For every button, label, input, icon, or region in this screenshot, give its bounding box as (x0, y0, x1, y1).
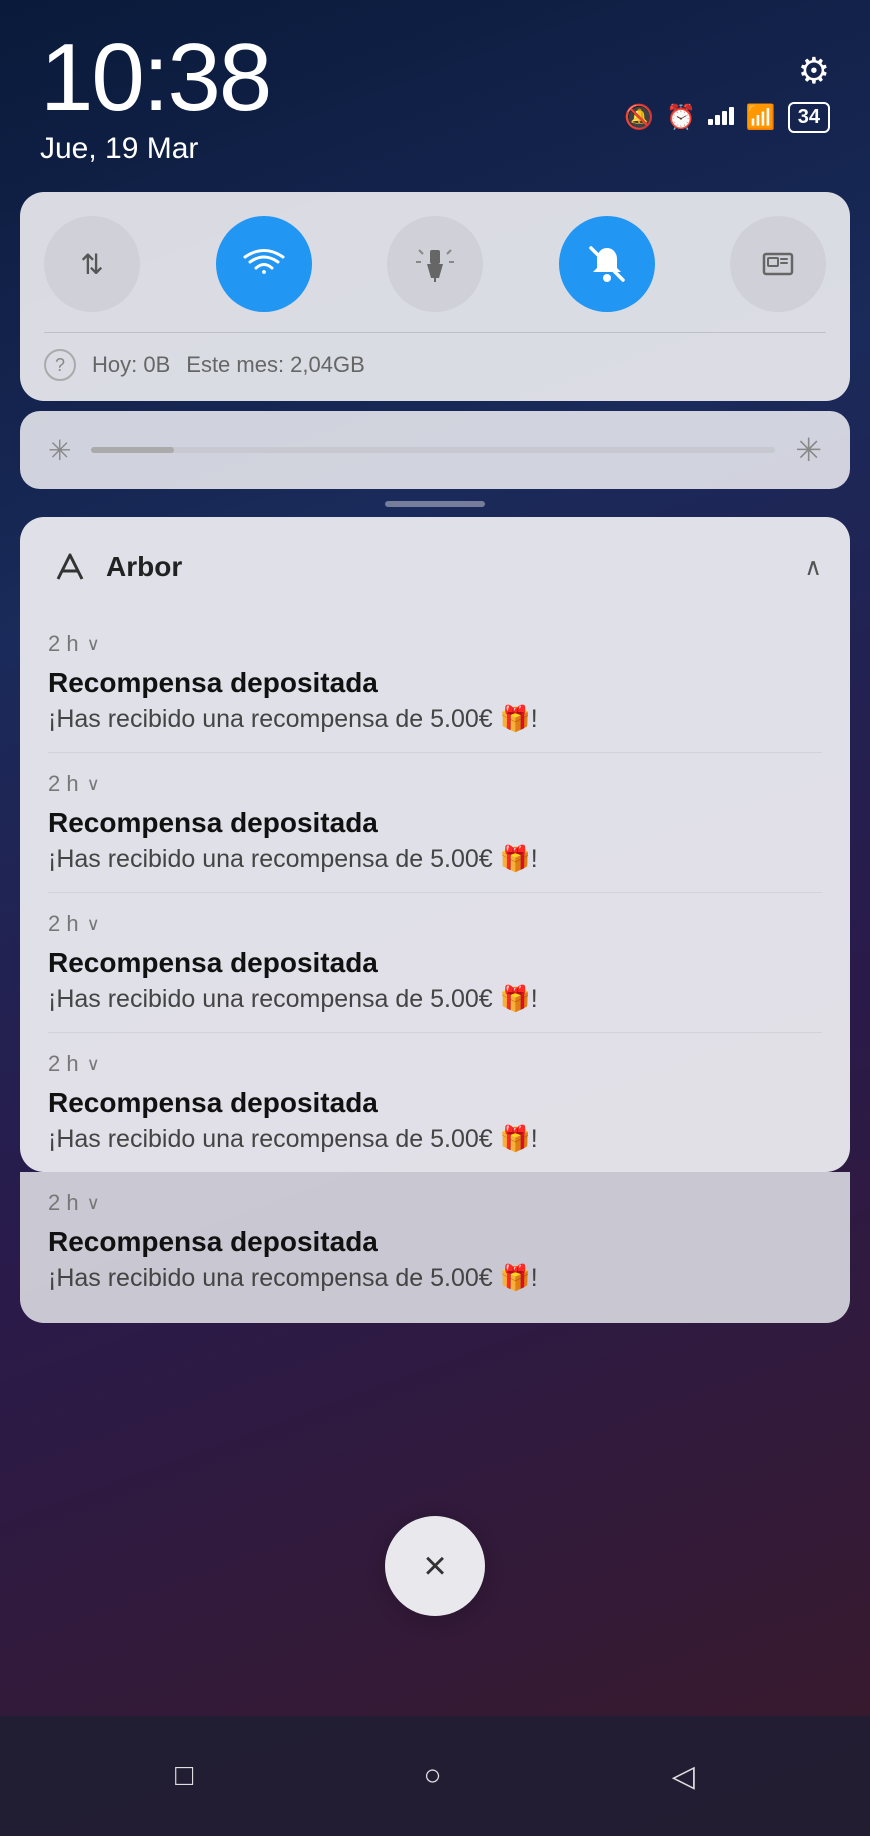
alarm-icon: ⏰ (666, 103, 696, 132)
data-today: Hoy: 0B (92, 352, 170, 378)
close-notifications-button[interactable]: × (385, 1516, 485, 1616)
svg-text:⇅: ⇅ (80, 249, 103, 280)
notification-time-row: 2 h ∨ (48, 631, 822, 657)
notification-title: Recompensa depositada (48, 947, 822, 979)
notification-time: 2 h (48, 1051, 79, 1077)
collapse-icon[interactable]: ∧ (804, 553, 822, 582)
status-icons: 🔕 ⏰ 📶 34 (624, 102, 830, 133)
clock: 10:38 (40, 30, 270, 126)
torch-button[interactable] (387, 216, 483, 312)
data-info-icon: ? (44, 349, 76, 381)
brightness-high-icon: ✳ (795, 431, 822, 469)
drag-handle[interactable] (0, 501, 870, 507)
nav-home-button[interactable]: ○ (423, 1759, 441, 1793)
notification-time: 2 h (48, 771, 79, 797)
chevron-down-icon[interactable]: ∨ (87, 914, 100, 935)
notification-body: ¡Has recibido una recompensa de 5.00€ 🎁! (48, 985, 822, 1014)
notification-time-row: 2 h ∨ (48, 771, 822, 797)
gear-icon[interactable]: ⚙ (798, 50, 830, 92)
brightness-low-icon: ✳ (48, 434, 71, 467)
divider (44, 332, 826, 333)
date: Jue, 19 Mar (40, 132, 270, 166)
screenshot-button[interactable] (730, 216, 826, 312)
notification-body: ¡Has recibido una recompensa de 5.00€ 🎁! (48, 1125, 822, 1154)
drag-handle-bar (385, 501, 485, 507)
notification-item[interactable]: 2 h ∨ Recompensa depositada ¡Has recibid… (48, 1033, 822, 1172)
notification-time: 2 h (48, 911, 79, 937)
home-icon: ○ (423, 1759, 441, 1792)
chevron-down-icon[interactable]: ∨ (87, 634, 100, 655)
status-right: ⚙ 🔕 ⏰ 📶 34 (624, 30, 830, 133)
notification-time-row: 2 h ∨ (48, 1190, 822, 1216)
notification-item[interactable]: 2 h ∨ Recompensa depositada ¡Has recibid… (48, 753, 822, 893)
silent-bell-icon: 🔕 (624, 103, 654, 132)
wifi-button[interactable] (216, 216, 312, 312)
brightness-panel[interactable]: ✳ ✳ (20, 411, 850, 489)
rotate-button[interactable]: ⇅ (44, 216, 140, 312)
battery-indicator: 34 (788, 102, 830, 133)
quick-buttons-row: ⇅ (44, 216, 826, 312)
notification-panel-bottom: 2 h ∨ Recompensa depositada ¡Has recibid… (20, 1172, 850, 1323)
navigation-bar: □ ○ ◁ (0, 1716, 870, 1836)
notification-time-row: 2 h ∨ (48, 911, 822, 937)
notification-time: 2 h (48, 631, 79, 657)
notification-panel: Arbor ∧ 2 h ∨ Recompensa depositada ¡Has… (20, 517, 850, 1172)
notification-title: Recompensa depositada (48, 807, 822, 839)
data-usage-row: ? Hoy: 0B Este mes: 2,04GB (44, 349, 826, 381)
brightness-slider[interactable] (91, 447, 775, 453)
notification-header: Arbor ∧ (48, 545, 822, 589)
notification-time: 2 h (48, 1190, 79, 1216)
notification-title: Recompensa depositada (48, 1087, 822, 1119)
status-bar: 10:38 Jue, 19 Mar ⚙ 🔕 ⏰ 📶 34 (0, 0, 870, 176)
signal-icon (708, 105, 734, 131)
data-month: Este mes: 2,04GB (186, 352, 365, 378)
chevron-down-icon[interactable]: ∨ (87, 1193, 100, 1214)
back-icon: ◁ (672, 1760, 695, 1793)
quick-settings-panel: ⇅ (20, 192, 850, 401)
notification-body: ¡Has recibido una recompensa de 5.00€ 🎁! (48, 1264, 822, 1293)
app-name: Arbor (106, 551, 790, 583)
silent-button[interactable] (559, 216, 655, 312)
notification-title: Recompensa depositada (48, 1226, 822, 1258)
arbor-app-icon (48, 545, 92, 589)
notification-time-row: 2 h ∨ (48, 1051, 822, 1077)
notification-item[interactable]: 2 h ∨ Recompensa depositada ¡Has recibid… (48, 893, 822, 1033)
nav-back-button[interactable]: ◁ (672, 1759, 695, 1794)
brightness-fill (91, 447, 173, 453)
notification-title: Recompensa depositada (48, 667, 822, 699)
recents-icon: □ (175, 1759, 193, 1792)
wifi-status-icon: 📶 (746, 103, 776, 132)
chevron-down-icon[interactable]: ∨ (87, 1054, 100, 1075)
notification-body: ¡Has recibido una recompensa de 5.00€ 🎁! (48, 845, 822, 874)
close-icon: × (423, 1544, 446, 1589)
chevron-down-icon[interactable]: ∨ (87, 774, 100, 795)
notification-body: ¡Has recibido una recompensa de 5.00€ 🎁! (48, 705, 822, 734)
nav-recents-button[interactable]: □ (175, 1759, 193, 1793)
notification-item[interactable]: 2 h ∨ Recompensa depositada ¡Has recibid… (48, 613, 822, 753)
